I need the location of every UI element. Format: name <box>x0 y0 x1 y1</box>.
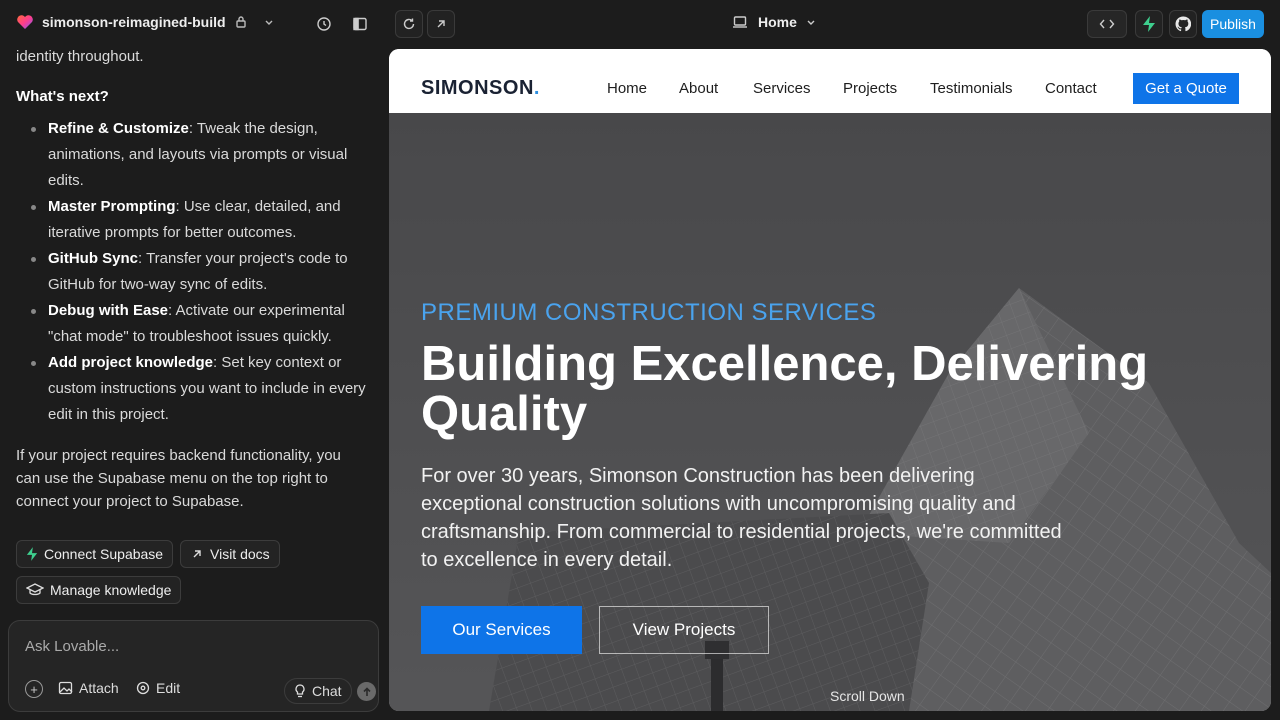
nav-link-about[interactable]: About <box>679 80 718 97</box>
arrow-up-icon <box>362 686 371 696</box>
route-label: Home <box>758 14 797 30</box>
supabase-icon <box>1143 16 1155 32</box>
our-services-button[interactable]: Our Services <box>421 606 582 654</box>
arrow-up-right-icon <box>193 550 201 558</box>
arrow-up-right-icon <box>437 20 445 28</box>
connect-supabase-button[interactable]: Connect Supabase <box>16 540 174 568</box>
whats-next-heading: What's next? <box>16 88 109 105</box>
publish-button[interactable]: Publish <box>1202 10 1264 38</box>
lightbulb-icon <box>295 684 305 698</box>
lovable-logo-icon <box>17 15 33 29</box>
code-icon <box>1099 19 1115 29</box>
button-label: Visit docs <box>210 546 270 562</box>
button-label: Manage knowledge <box>50 582 172 598</box>
get-quote-button[interactable]: Get a Quote <box>1133 73 1239 104</box>
list-item: Master Prompting: Use clear, detailed, a… <box>31 194 368 246</box>
list-item: GitHub Sync: Transfer your project's cod… <box>31 246 368 298</box>
hero-eyebrow: PREMIUM CONSTRUCTION SERVICES <box>421 299 877 326</box>
button-label: Chat <box>312 683 342 699</box>
refresh-icon <box>403 18 415 30</box>
attach-button[interactable]: Attach <box>58 680 119 696</box>
add-button[interactable]: + <box>25 680 43 698</box>
code-view-button[interactable] <box>1087 10 1127 38</box>
supabase-icon <box>26 547 38 561</box>
site-navbar: SIMONSON. Home About Services Projects T… <box>389 49 1271 113</box>
item-title: GitHub Sync <box>48 250 139 267</box>
nav-link-testimonials[interactable]: Testimonials <box>930 80 1013 97</box>
backend-note: If your project requires backend functio… <box>16 447 341 510</box>
history-icon[interactable] <box>312 12 336 36</box>
github-button[interactable] <box>1169 10 1197 38</box>
logo-text: SIMONSON <box>421 77 534 99</box>
chat-mode-button[interactable]: Chat <box>284 678 352 704</box>
nav-link-contact[interactable]: Contact <box>1045 80 1097 97</box>
hero-headline: Building Excellence, Delivering Quality <box>421 337 1149 441</box>
project-switcher[interactable]: simonson-reimagined-build <box>16 14 276 30</box>
hero-lead: For over 30 years, Simonson Construction… <box>421 465 1062 571</box>
scroll-down-indicator[interactable]: Scroll Down <box>830 688 905 704</box>
chat-input-box[interactable]: Ask Lovable... + Attach Edit Chat <box>8 620 379 712</box>
nav-link-services[interactable]: Services <box>753 80 811 97</box>
send-button[interactable] <box>357 682 376 701</box>
open-external-button[interactable] <box>427 10 455 38</box>
lock-icon <box>235 16 246 28</box>
button-label: Connect Supabase <box>44 546 164 562</box>
button-label: Edit <box>156 680 181 696</box>
item-title: Refine & Customize <box>48 120 189 137</box>
nav-link-projects[interactable]: Projects <box>843 80 897 97</box>
plus-icon: + <box>25 680 43 698</box>
route-selector[interactable]: Home <box>732 14 817 30</box>
hero-section: PREMIUM CONSTRUCTION SERVICES Building E… <box>389 113 1271 711</box>
graduation-cap-icon <box>26 583 44 596</box>
site-logo[interactable]: SIMONSON. <box>421 77 540 100</box>
logo-dot: . <box>533 77 540 99</box>
edit-button[interactable]: Edit <box>136 680 180 696</box>
chevron-down-icon <box>265 20 273 25</box>
chat-message-text: identity throughout. <box>16 48 144 65</box>
project-name: simonson-reimagined-build <box>42 14 226 30</box>
list-item: Add project knowledge: Set key context o… <box>31 350 368 428</box>
laptop-icon <box>733 16 747 28</box>
supabase-button[interactable] <box>1135 10 1163 38</box>
item-title: Add project knowledge <box>48 354 214 371</box>
button-label: Attach <box>79 680 119 696</box>
list-item: Refine & Customize: Tweak the design, an… <box>31 116 368 194</box>
list-item: Debug with Ease: Activate our experiment… <box>31 298 368 350</box>
refresh-button[interactable] <box>395 10 423 38</box>
chat-input-placeholder[interactable]: Ask Lovable... <box>25 638 119 655</box>
item-title: Debug with Ease <box>48 302 169 319</box>
github-icon <box>1175 16 1191 32</box>
next-steps-list: Refine & Customize: Tweak the design, an… <box>16 116 368 428</box>
chevron-down-icon <box>807 20 815 25</box>
view-projects-button[interactable]: View Projects <box>599 606 769 654</box>
sidebar-toggle-icon[interactable] <box>348 12 372 36</box>
top-bar: simonson-reimagined-build Home Publish <box>0 0 1280 48</box>
image-icon <box>58 681 73 695</box>
visit-docs-button[interactable]: Visit docs <box>180 540 280 568</box>
site-preview: SIMONSON. Home About Services Projects T… <box>389 49 1271 711</box>
item-title: Master Prompting <box>48 198 176 215</box>
target-icon <box>136 681 150 695</box>
nav-link-home[interactable]: Home <box>607 80 647 97</box>
manage-knowledge-button[interactable]: Manage knowledge <box>16 576 182 604</box>
